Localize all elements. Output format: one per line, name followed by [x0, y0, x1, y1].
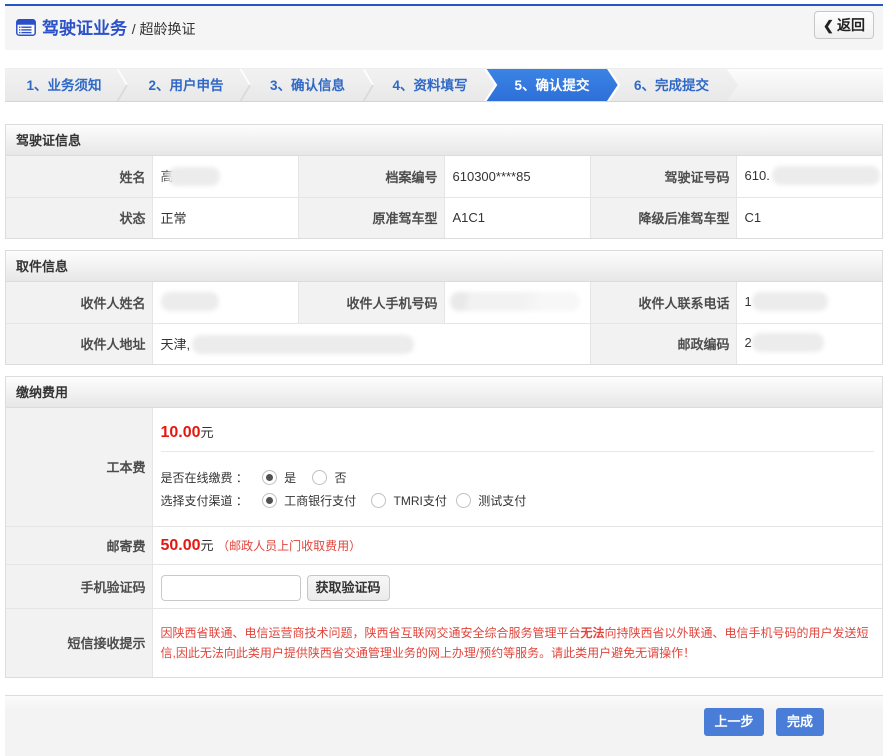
svg-text:3、确认信息: 3、确认信息	[270, 77, 346, 93]
svg-text:4、资料填写: 4、资料填写	[392, 77, 467, 93]
svg-text:5、确认提交: 5、确认提交	[514, 77, 590, 93]
svg-text:2、用户申告: 2、用户申告	[148, 77, 223, 93]
svg-text:6、完成提交: 6、完成提交	[634, 77, 710, 93]
svg-text:1、业务须知: 1、业务须知	[26, 77, 101, 93]
